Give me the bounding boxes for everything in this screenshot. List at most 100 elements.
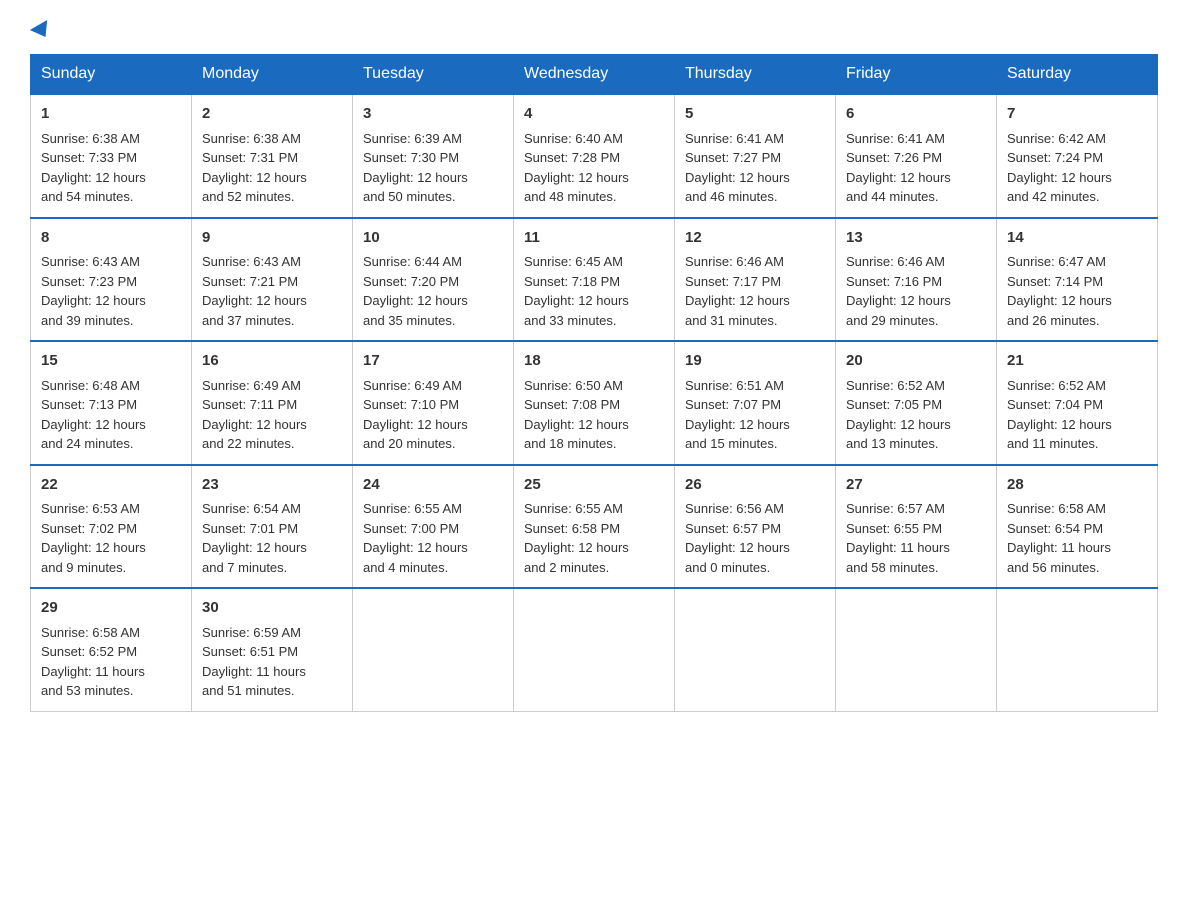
- day-number: 8: [41, 227, 181, 250]
- sunrise-label: Sunrise: 6:49 AM: [202, 378, 301, 393]
- day-number: 16: [202, 350, 342, 373]
- daylight-minutes: and 56 minutes.: [1007, 560, 1100, 575]
- daylight-label: Daylight: 12 hours: [846, 170, 951, 185]
- sunrise-label: Sunrise: 6:42 AM: [1007, 131, 1106, 146]
- sunset-label: Sunset: 7:14 PM: [1007, 274, 1103, 289]
- daylight-minutes: and 33 minutes.: [524, 313, 617, 328]
- daylight-minutes: and 53 minutes.: [41, 683, 134, 698]
- calendar-cell: 27 Sunrise: 6:57 AM Sunset: 6:55 PM Dayl…: [836, 465, 997, 589]
- calendar-cell: 7 Sunrise: 6:42 AM Sunset: 7:24 PM Dayli…: [997, 94, 1158, 218]
- daylight-minutes: and 26 minutes.: [1007, 313, 1100, 328]
- sunrise-label: Sunrise: 6:48 AM: [41, 378, 140, 393]
- calendar-cell: 10 Sunrise: 6:44 AM Sunset: 7:20 PM Dayl…: [353, 218, 514, 342]
- daylight-minutes: and 22 minutes.: [202, 436, 295, 451]
- daylight-label: Daylight: 12 hours: [41, 417, 146, 432]
- sunrise-label: Sunrise: 6:57 AM: [846, 501, 945, 516]
- calendar-cell: 20 Sunrise: 6:52 AM Sunset: 7:05 PM Dayl…: [836, 341, 997, 465]
- day-number: 14: [1007, 227, 1147, 250]
- calendar-cell: 22 Sunrise: 6:53 AM Sunset: 7:02 PM Dayl…: [31, 465, 192, 589]
- sunset-label: Sunset: 7:23 PM: [41, 274, 137, 289]
- daylight-label: Daylight: 12 hours: [41, 293, 146, 308]
- sunset-label: Sunset: 7:20 PM: [363, 274, 459, 289]
- daylight-label: Daylight: 11 hours: [41, 664, 145, 679]
- daylight-minutes: and 11 minutes.: [1007, 436, 1099, 451]
- calendar-cell: 26 Sunrise: 6:56 AM Sunset: 6:57 PM Dayl…: [675, 465, 836, 589]
- daylight-label: Daylight: 12 hours: [363, 540, 468, 555]
- daylight-label: Daylight: 12 hours: [524, 540, 629, 555]
- daylight-label: Daylight: 12 hours: [202, 170, 307, 185]
- sunset-label: Sunset: 7:27 PM: [685, 150, 781, 165]
- daylight-minutes: and 51 minutes.: [202, 683, 295, 698]
- daylight-label: Daylight: 12 hours: [524, 293, 629, 308]
- weekday-header-friday: Friday: [836, 55, 997, 95]
- day-number: 7: [1007, 103, 1147, 126]
- daylight-label: Daylight: 12 hours: [846, 293, 951, 308]
- sunset-label: Sunset: 7:28 PM: [524, 150, 620, 165]
- sunrise-label: Sunrise: 6:39 AM: [363, 131, 462, 146]
- calendar-cell: [675, 588, 836, 711]
- sunrise-label: Sunrise: 6:58 AM: [1007, 501, 1106, 516]
- sunrise-label: Sunrise: 6:55 AM: [524, 501, 623, 516]
- sunset-label: Sunset: 7:05 PM: [846, 397, 942, 412]
- sunset-label: Sunset: 6:58 PM: [524, 521, 620, 536]
- sunset-label: Sunset: 7:16 PM: [846, 274, 942, 289]
- daylight-label: Daylight: 12 hours: [685, 170, 790, 185]
- day-number: 12: [685, 227, 825, 250]
- page-header: [30, 20, 1158, 36]
- daylight-minutes: and 7 minutes.: [202, 560, 287, 575]
- sunset-label: Sunset: 6:55 PM: [846, 521, 942, 536]
- sunrise-label: Sunrise: 6:50 AM: [524, 378, 623, 393]
- week-row-5: 29 Sunrise: 6:58 AM Sunset: 6:52 PM Dayl…: [31, 588, 1158, 711]
- day-number: 15: [41, 350, 181, 373]
- weekday-header-thursday: Thursday: [675, 55, 836, 95]
- day-number: 4: [524, 103, 664, 126]
- daylight-label: Daylight: 12 hours: [363, 417, 468, 432]
- sunset-label: Sunset: 7:21 PM: [202, 274, 298, 289]
- day-number: 11: [524, 227, 664, 250]
- daylight-label: Daylight: 12 hours: [524, 417, 629, 432]
- day-number: 3: [363, 103, 503, 126]
- daylight-minutes: and 0 minutes.: [685, 560, 770, 575]
- day-number: 21: [1007, 350, 1147, 373]
- calendar-cell: 23 Sunrise: 6:54 AM Sunset: 7:01 PM Dayl…: [192, 465, 353, 589]
- sunset-label: Sunset: 7:08 PM: [524, 397, 620, 412]
- daylight-minutes: and 18 minutes.: [524, 436, 617, 451]
- daylight-minutes: and 42 minutes.: [1007, 189, 1100, 204]
- day-number: 9: [202, 227, 342, 250]
- sunrise-label: Sunrise: 6:40 AM: [524, 131, 623, 146]
- sunrise-label: Sunrise: 6:47 AM: [1007, 254, 1106, 269]
- sunset-label: Sunset: 7:33 PM: [41, 150, 137, 165]
- sunrise-label: Sunrise: 6:46 AM: [685, 254, 784, 269]
- day-number: 6: [846, 103, 986, 126]
- daylight-label: Daylight: 12 hours: [202, 540, 307, 555]
- day-number: 28: [1007, 474, 1147, 497]
- weekday-header-wednesday: Wednesday: [514, 55, 675, 95]
- daylight-minutes: and 15 minutes.: [685, 436, 778, 451]
- calendar-cell: 13 Sunrise: 6:46 AM Sunset: 7:16 PM Dayl…: [836, 218, 997, 342]
- sunset-label: Sunset: 7:00 PM: [363, 521, 459, 536]
- daylight-label: Daylight: 12 hours: [363, 170, 468, 185]
- calendar-cell: 8 Sunrise: 6:43 AM Sunset: 7:23 PM Dayli…: [31, 218, 192, 342]
- day-number: 5: [685, 103, 825, 126]
- weekday-header-sunday: Sunday: [31, 55, 192, 95]
- calendar-cell: [514, 588, 675, 711]
- daylight-minutes: and 24 minutes.: [41, 436, 134, 451]
- daylight-label: Daylight: 12 hours: [202, 293, 307, 308]
- sunset-label: Sunset: 6:51 PM: [202, 644, 298, 659]
- sunset-label: Sunset: 6:57 PM: [685, 521, 781, 536]
- day-number: 30: [202, 597, 342, 620]
- day-number: 13: [846, 227, 986, 250]
- sunset-label: Sunset: 7:31 PM: [202, 150, 298, 165]
- calendar-header-row: SundayMondayTuesdayWednesdayThursdayFrid…: [31, 55, 1158, 95]
- daylight-label: Daylight: 12 hours: [1007, 293, 1112, 308]
- daylight-minutes: and 2 minutes.: [524, 560, 609, 575]
- sunrise-label: Sunrise: 6:51 AM: [685, 378, 784, 393]
- daylight-minutes: and 54 minutes.: [41, 189, 134, 204]
- daylight-minutes: and 50 minutes.: [363, 189, 456, 204]
- sunrise-label: Sunrise: 6:58 AM: [41, 625, 140, 640]
- calendar-cell: 18 Sunrise: 6:50 AM Sunset: 7:08 PM Dayl…: [514, 341, 675, 465]
- sunrise-label: Sunrise: 6:55 AM: [363, 501, 462, 516]
- calendar-cell: 1 Sunrise: 6:38 AM Sunset: 7:33 PM Dayli…: [31, 94, 192, 218]
- daylight-minutes: and 52 minutes.: [202, 189, 295, 204]
- sunset-label: Sunset: 7:10 PM: [363, 397, 459, 412]
